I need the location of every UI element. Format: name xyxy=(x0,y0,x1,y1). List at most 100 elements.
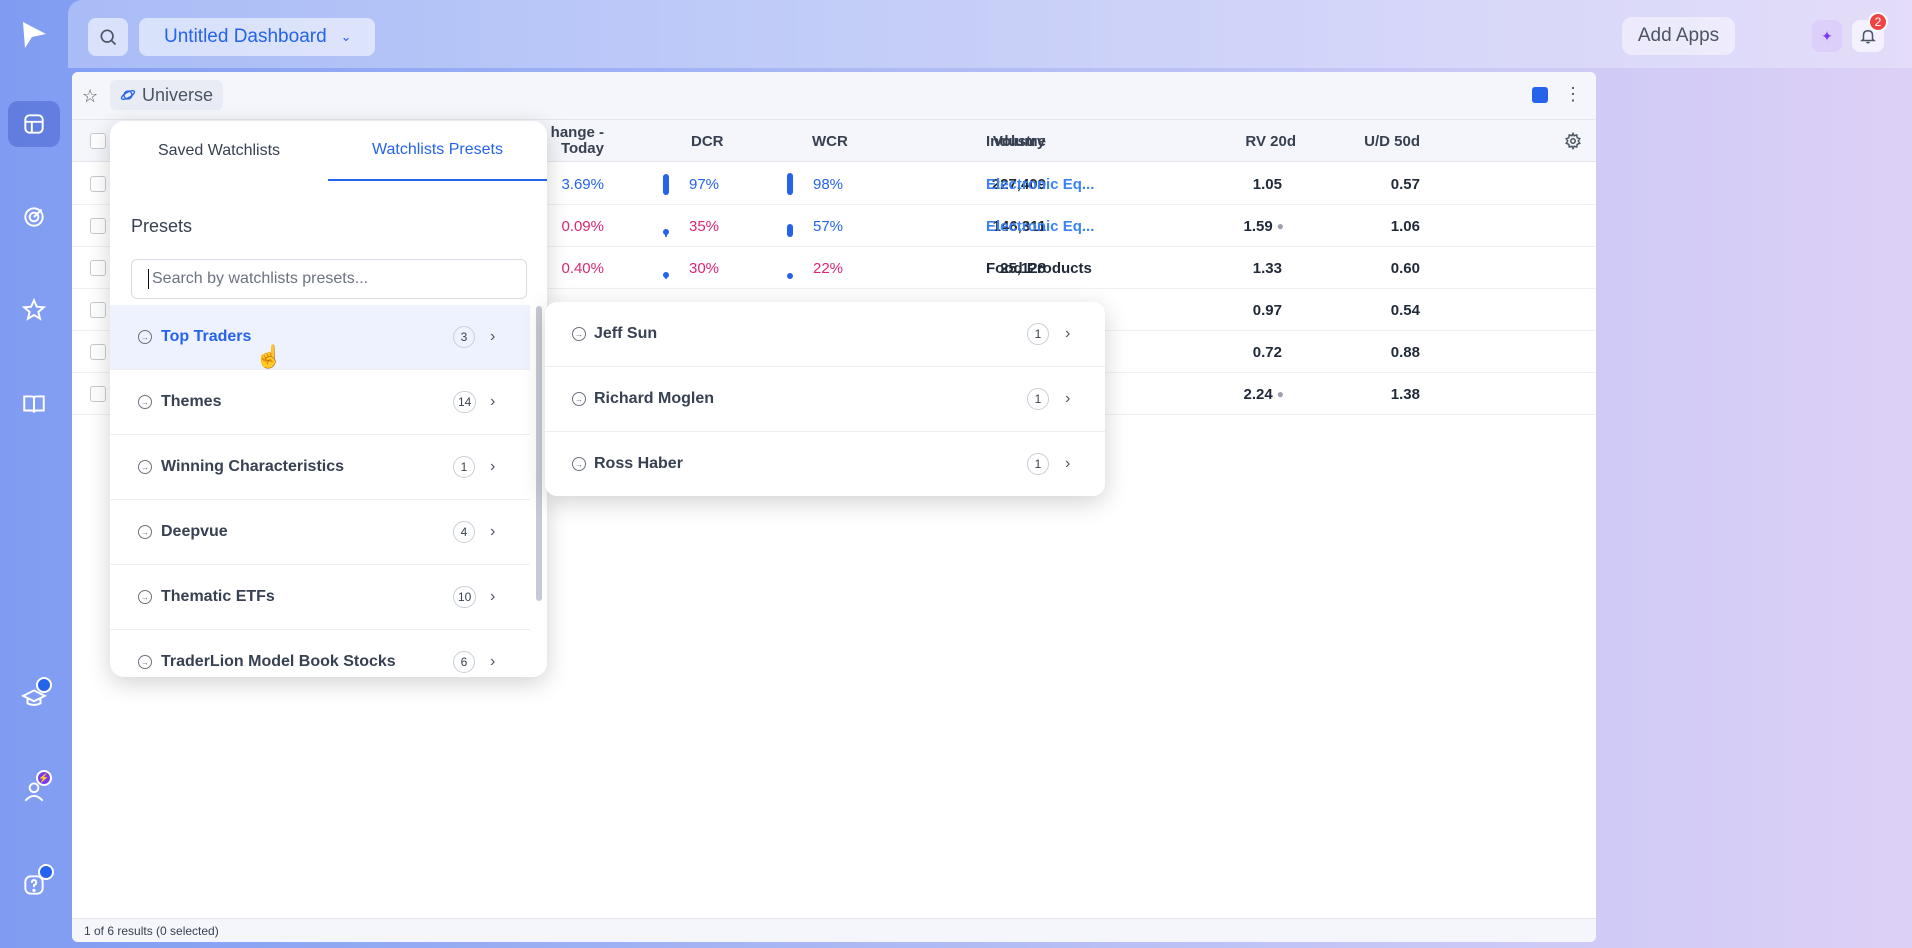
rv-dot-icon: ● xyxy=(1276,219,1284,233)
wcr-value: 98% xyxy=(813,175,844,193)
planet-icon xyxy=(120,90,136,100)
preset-count: 10 xyxy=(453,586,477,608)
preset-item[interactable]: → Top Traders 3 › xyxy=(110,305,530,370)
results-footer: 1 of 6 results (0 selected) xyxy=(72,918,1596,942)
rv20d-value: 0.97 xyxy=(1252,301,1282,319)
universe-label: Universe xyxy=(142,84,214,105)
dcr-value: 30% xyxy=(689,259,720,277)
select-all-checkbox[interactable] xyxy=(90,133,106,149)
preset-item[interactable]: → Themes 14 › xyxy=(110,370,530,435)
preset-label: Deepvue xyxy=(161,523,228,540)
rv20d-value: 1.05 xyxy=(1252,175,1282,193)
preset-count: 3 xyxy=(453,326,475,348)
dcr-value: 35% xyxy=(689,217,720,235)
dashboard-selector[interactable]: Untitled Dashboard ⌄ xyxy=(139,18,375,56)
help-badge xyxy=(38,864,54,880)
notification-badge: 2 xyxy=(1868,12,1888,32)
industry-value: Food Products xyxy=(986,259,1092,277)
top-traders-submenu: → Jeff Sun 1 › → Richard Moglen 1 › → Ross… xyxy=(545,302,1105,496)
industry-value[interactable]: Electronic Eq... xyxy=(986,163,1094,205)
chevron-right-icon: › xyxy=(1065,390,1071,407)
chevron-right-icon: › xyxy=(490,458,496,475)
hand-cursor-icon: ☝ xyxy=(255,344,283,369)
color-tag-icon[interactable] xyxy=(1532,87,1548,103)
submenu-count: 1 xyxy=(1027,323,1049,345)
universe-tab[interactable]: Universe xyxy=(110,80,224,110)
preset-item[interactable]: → Winning Characteristics 1 › xyxy=(110,435,530,500)
profile-icon[interactable]: ⚡ xyxy=(8,768,60,814)
book-icon[interactable] xyxy=(8,381,60,427)
col-wcr[interactable]: WCR xyxy=(812,120,848,162)
industry-value[interactable]: Electronic Eq... xyxy=(986,205,1094,247)
preset-label: Top Traders xyxy=(161,328,252,345)
row-checkbox[interactable] xyxy=(90,386,106,402)
chevron-right-icon: › xyxy=(490,393,496,410)
preset-count: 4 xyxy=(453,521,475,543)
favorite-star-icon[interactable]: ☆ xyxy=(82,86,98,107)
dashboard-title: Untitled Dashboard xyxy=(164,26,327,47)
presets-search-input[interactable]: Search by watchlists presets... xyxy=(131,259,527,299)
dashboard-icon[interactable] xyxy=(8,101,60,147)
scanner-icon[interactable] xyxy=(8,194,60,240)
preset-count: 1 xyxy=(453,456,475,478)
submenu-label: Richard Moglen xyxy=(594,390,715,407)
more-options-icon[interactable]: ⋮ xyxy=(1564,84,1582,105)
sidebar: ⚡ xyxy=(0,0,68,948)
add-apps-button[interactable]: Add Apps xyxy=(1622,17,1735,55)
logo-icon[interactable] xyxy=(20,20,48,50)
academy-badge xyxy=(36,677,52,693)
watchlist-icon: → xyxy=(572,327,586,341)
tab-saved-watchlists[interactable]: Saved Watchlists xyxy=(110,121,328,181)
academy-icon[interactable] xyxy=(8,675,60,721)
search-icon[interactable] xyxy=(88,18,128,56)
watchlists-dropdown: Saved Watchlists Watchlists Presets Pres… xyxy=(110,121,547,677)
watchlist-icon: → xyxy=(138,525,152,539)
preset-item[interactable]: → Thematic ETFs 10 › xyxy=(110,565,530,630)
preset-label: Thematic ETFs xyxy=(161,588,275,605)
preset-item[interactable]: → TraderLion Model Book Stocks 6 › xyxy=(110,630,530,677)
preset-label: Winning Characteristics xyxy=(161,458,345,475)
search-placeholder: Search by watchlists presets... xyxy=(152,270,369,287)
submenu-count: 1 xyxy=(1027,388,1049,410)
wcr-bar xyxy=(787,173,793,195)
lightning-icon: ⚡ xyxy=(36,770,52,786)
dcr-marker xyxy=(663,272,669,278)
ud50d-value: 0.54 xyxy=(1390,301,1420,319)
submenu-item[interactable]: → Jeff Sun 1 › xyxy=(545,302,1105,367)
submenu-item[interactable]: → Richard Moglen 1 › xyxy=(545,367,1105,432)
star-icon[interactable] xyxy=(8,287,60,333)
settings-gear-icon[interactable] xyxy=(1564,120,1582,162)
help-icon[interactable] xyxy=(8,862,60,908)
col-dcr[interactable]: DCR xyxy=(691,120,724,162)
col-ud50d[interactable]: U/D 50d xyxy=(1290,120,1420,162)
col-rv20d[interactable]: RV 20d xyxy=(1170,120,1296,162)
chevron-right-icon: › xyxy=(490,653,496,670)
chevron-down-icon: ⌄ xyxy=(340,29,352,44)
preset-item[interactable]: → Deepvue 4 › xyxy=(110,500,530,565)
rv20d-value: 2.24 ● xyxy=(1243,385,1284,403)
preset-count: 14 xyxy=(453,391,477,413)
row-checkbox[interactable] xyxy=(90,344,106,360)
watchlist-icon: → xyxy=(138,590,152,604)
ud50d-value: 1.38 xyxy=(1390,385,1420,403)
chevron-right-icon: › xyxy=(1065,455,1071,472)
watchlist-icon: → xyxy=(138,460,152,474)
preset-label: TraderLion Model Book Stocks xyxy=(161,653,396,670)
tab-watchlists-presets[interactable]: Watchlists Presets xyxy=(328,121,547,181)
watchlist-icon: → xyxy=(138,395,152,409)
dropdown-scrollbar[interactable] xyxy=(536,306,542,601)
rv20d-value: 1.33 xyxy=(1252,259,1282,277)
col-industry[interactable]: Industry xyxy=(986,120,1045,162)
row-checkbox[interactable] xyxy=(90,176,106,192)
wcr-value: 22% xyxy=(813,259,844,277)
row-checkbox[interactable] xyxy=(90,302,106,318)
ai-sparkle-icon[interactable]: ✦ xyxy=(1812,20,1842,52)
submenu-item[interactable]: → Ross Haber 1 › xyxy=(545,432,1105,496)
panel-header: ☆ Universe ⋮ xyxy=(72,72,1596,120)
row-checkbox[interactable] xyxy=(90,260,106,276)
row-checkbox[interactable] xyxy=(90,218,106,234)
watchlist-icon: → xyxy=(572,392,586,406)
rv20d-value: 0.72 xyxy=(1252,343,1282,361)
chevron-right-icon: › xyxy=(490,328,496,345)
dcr-bar xyxy=(663,174,669,195)
